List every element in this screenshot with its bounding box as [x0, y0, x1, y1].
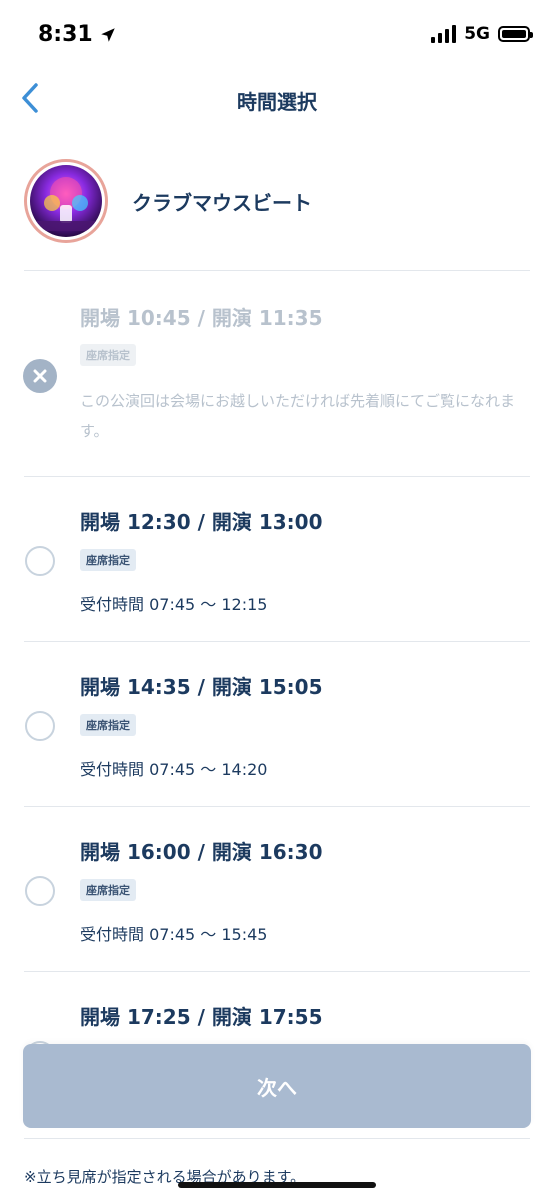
slot-radio[interactable]: [25, 546, 55, 576]
slot-title: 開場 16:00 / 開演 16:30: [80, 840, 323, 864]
reception-time: 受付時間 07:45 〜 12:15: [80, 595, 268, 614]
slot-title: 開場 14:35 / 開演 15:05: [80, 675, 323, 699]
status-indicators: 5G: [431, 24, 533, 44]
time-slot[interactable]: 開場 12:30 / 開演 13:00 座席指定 受付時間 07:45 〜 12…: [0, 476, 554, 641]
status-bar: 8:31 5G: [0, 0, 554, 70]
slot-radio[interactable]: [25, 876, 55, 906]
battery-icon: [498, 26, 533, 42]
status-time: 8:31: [38, 22, 117, 47]
show-info: クラブマウスビート: [24, 158, 530, 244]
time-slot[interactable]: 開場 17:25 / 開演 17:55: [0, 971, 554, 1071]
slot-radio[interactable]: [25, 711, 55, 741]
seat-reserved-badge: 座席指定: [80, 549, 136, 571]
location-arrow-icon: [100, 27, 115, 42]
slot-title: 開場 17:25 / 開演 17:55: [80, 1005, 323, 1029]
page-title: 時間選択: [237, 90, 317, 114]
reception-time: 受付時間 07:45 〜 14:20: [80, 760, 268, 779]
seat-reserved-badge: 座席指定: [80, 344, 136, 366]
show-title: クラブマウスビート: [132, 190, 312, 215]
home-indicator[interactable]: [178, 1182, 376, 1188]
signal-icon: [431, 25, 457, 43]
network-type: 5G: [464, 24, 490, 44]
nav-header: 時間選択: [0, 70, 554, 130]
slot-title: 開場 12:30 / 開演 13:00: [80, 510, 323, 534]
slot-title: 開場 10:45 / 開演 11:35: [80, 306, 323, 330]
time-slot-disabled: 開場 10:45 / 開演 11:35 座席指定 この公演回は会場にお越しいただ…: [0, 270, 554, 476]
seat-reserved-badge: 座席指定: [80, 879, 136, 901]
time-slot[interactable]: 開場 14:35 / 開演 15:05 座席指定 受付時間 07:45 〜 14…: [0, 641, 554, 806]
unavailable-icon: [23, 359, 57, 393]
seat-reserved-badge: 座席指定: [80, 714, 136, 736]
slot-note: この公演回は会場にお越しいただければ先着順にてご覧になれます。: [80, 392, 516, 440]
reception-time: 受付時間 07:45 〜 15:45: [80, 925, 268, 944]
clock-text: 8:31: [38, 22, 93, 47]
divider: [24, 1138, 530, 1139]
time-slot[interactable]: 開場 16:00 / 開演 16:30 座席指定 受付時間 07:45 〜 15…: [0, 806, 554, 971]
next-button[interactable]: 次へ: [23, 1044, 531, 1128]
show-image-icon: [34, 177, 98, 231]
show-thumbnail: [24, 159, 108, 243]
